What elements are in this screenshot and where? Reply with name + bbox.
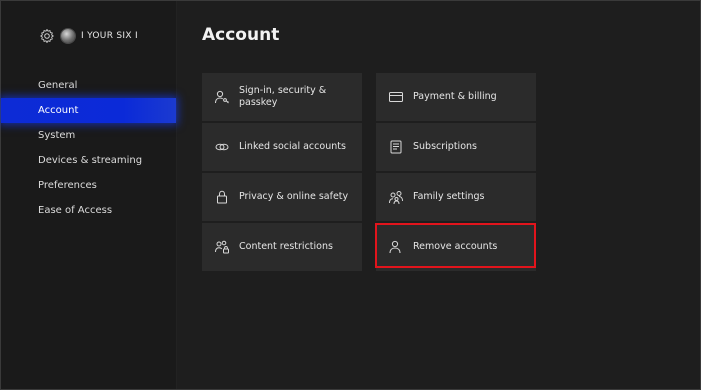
- people-lock-icon: [214, 239, 230, 255]
- tile-linked-social-accounts[interactable]: Linked social accounts: [202, 123, 362, 171]
- avatar[interactable]: [61, 29, 75, 43]
- gamertag: I YOUR SIX I: [81, 31, 138, 41]
- sidebar-item-preferences[interactable]: Preferences: [1, 173, 176, 198]
- sidebar-item-ease-of-access[interactable]: Ease of Access: [1, 198, 176, 223]
- sidebar-item-devices-streaming[interactable]: Devices & streaming: [1, 148, 176, 173]
- tile-sign-in-security[interactable]: Sign-in, security & passkey: [202, 73, 362, 121]
- gear-icon[interactable]: [39, 28, 55, 44]
- card-icon: [388, 89, 404, 105]
- tile-label: Privacy & online safety: [239, 191, 349, 202]
- sidebar-item-general[interactable]: General: [1, 73, 176, 98]
- family-icon: [388, 189, 404, 205]
- main-panel: Account Sign-in, security & passkey Paym…: [177, 1, 700, 389]
- sidebar-nav: General Account System Devices & streami…: [1, 73, 176, 223]
- tile-label: Linked social accounts: [239, 141, 346, 152]
- sidebar-item-account[interactable]: Account: [1, 98, 176, 123]
- profile-header: I YOUR SIX I: [39, 26, 138, 46]
- page-title: Account: [202, 25, 280, 45]
- person-key-icon: [214, 89, 230, 105]
- settings-screen: I YOUR SIX I General Account System Devi…: [0, 0, 701, 390]
- tile-label: Payment & billing: [413, 91, 497, 102]
- tile-content-restrictions[interactable]: Content restrictions: [202, 223, 362, 271]
- tile-privacy-online-safety[interactable]: Privacy & online safety: [202, 173, 362, 221]
- tile-family-settings[interactable]: Family settings: [376, 173, 536, 221]
- document-icon: [388, 139, 404, 155]
- tile-label: Family settings: [413, 191, 485, 202]
- sidebar-item-system[interactable]: System: [1, 123, 176, 148]
- sidebar: I YOUR SIX I General Account System Devi…: [1, 1, 177, 389]
- link-icon: [214, 139, 230, 155]
- tile-label: Sign-in, security & passkey: [239, 85, 327, 108]
- tile-label: Subscriptions: [413, 141, 477, 152]
- tile-label: Content restrictions: [239, 241, 333, 252]
- tile-subscriptions[interactable]: Subscriptions: [376, 123, 536, 171]
- highlight-box: [375, 223, 536, 268]
- lock-icon: [214, 189, 230, 205]
- tile-payment-billing[interactable]: Payment & billing: [376, 73, 536, 121]
